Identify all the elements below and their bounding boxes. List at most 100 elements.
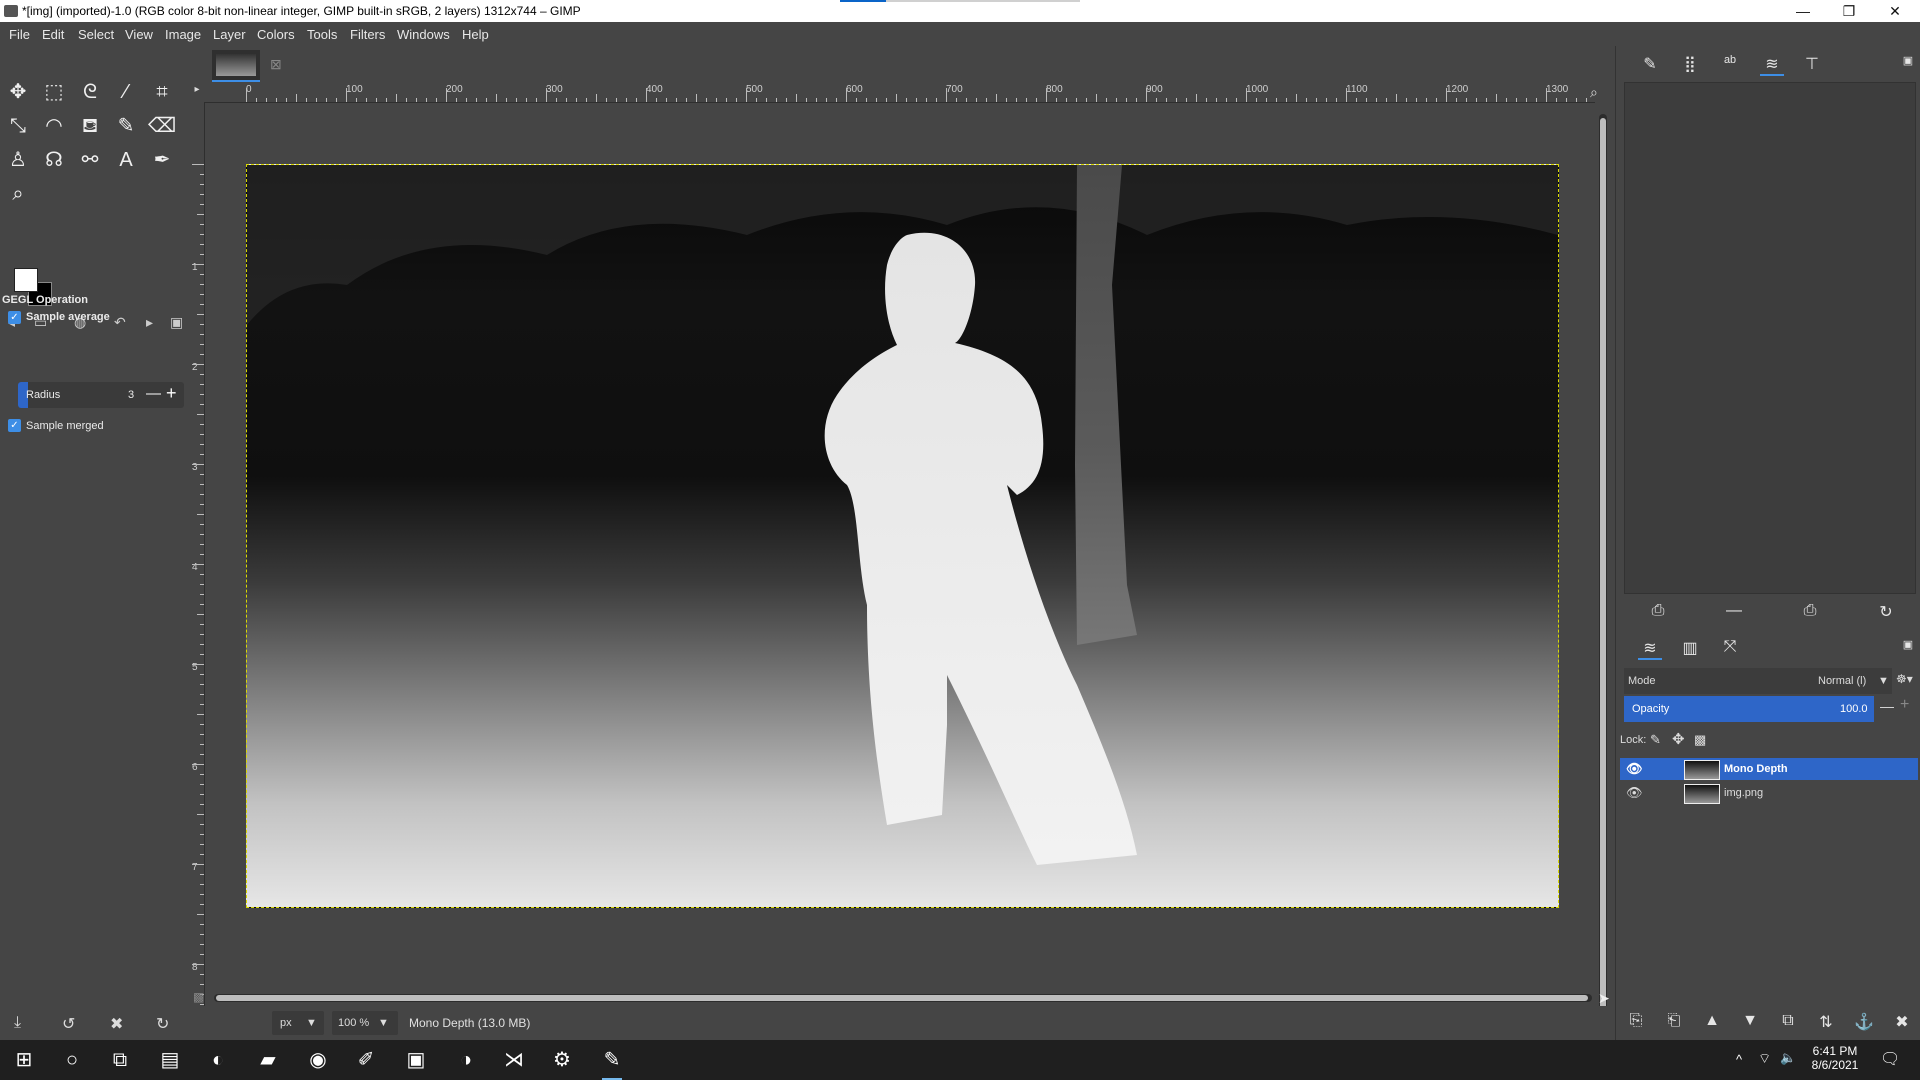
mode-select[interactable]: Mode Normal (l) ▼ (1624, 668, 1892, 694)
menu-select[interactable]: Select (78, 27, 114, 42)
tray-overflow-icon[interactable]: ^ (1736, 1052, 1742, 1067)
menu-filters[interactable]: Filters (350, 27, 385, 42)
brushes-tab-icon[interactable]: ✎ (1638, 54, 1662, 74)
options-tab-menu-icon[interactable]: ▣ (170, 314, 183, 331)
eraser-icon[interactable]: ⌫ (148, 112, 176, 140)
unit-select[interactable]: px ▼ (272, 1011, 324, 1035)
clone-icon[interactable]: ♙ (4, 146, 32, 174)
new-layer-icon[interactable]: ⎘ (1624, 1012, 1648, 1030)
zoom-select[interactable]: 100 % ▼ (332, 1011, 398, 1035)
horizontal-scrollbar[interactable] (214, 994, 1592, 1002)
edge-icon[interactable]: ◐ (202, 1046, 234, 1074)
task-view-icon[interactable]: ⧉ (104, 1046, 136, 1074)
layer-row-mono-depth[interactable]: 👁 Mono Depth (1620, 758, 1918, 780)
move-tool-icon[interactable]: ✥ (4, 78, 32, 106)
options-tab-next-icon[interactable]: ▸ (146, 314, 153, 331)
fuzzy-select-icon[interactable]: ⁄ (112, 78, 140, 106)
channels-tab-icon[interactable]: ▥ (1678, 638, 1702, 658)
warp-transform-icon[interactable]: ◠ (40, 112, 68, 140)
menu-help[interactable]: Help (462, 27, 489, 42)
edge-dev-icon[interactable]: ◑ (450, 1046, 482, 1074)
gimp-icon[interactable]: ✎ (596, 1046, 628, 1080)
menu-tools[interactable]: Tools (307, 27, 337, 42)
file-manager-icon[interactable]: ▤ (154, 1046, 186, 1074)
menu-view[interactable]: View (125, 27, 153, 42)
settings-icon[interactable]: ⚙ (546, 1046, 578, 1074)
menu-windows[interactable]: Windows (397, 27, 450, 42)
fonts-tab-icon[interactable]: ᵃᵇ (1718, 54, 1742, 72)
image-tab[interactable] (212, 50, 260, 82)
close-button[interactable]: ✕ (1872, 0, 1918, 22)
notification-icon[interactable]: 🗨 (1880, 1049, 1900, 1069)
zoom-canvas-icon[interactable]: ⌕ (1590, 84, 1598, 101)
sample-merged-checkbox[interactable]: ✓ (8, 419, 21, 432)
lower-layer-icon[interactable]: ▼ (1738, 1012, 1762, 1030)
rect-select-icon[interactable]: ⬚ (40, 78, 68, 106)
zoom-tool-icon[interactable]: ⌕ (4, 180, 32, 208)
visibility-eye-icon[interactable]: 👁 (1626, 782, 1643, 804)
print-icon[interactable]: ⎙ (1798, 602, 1822, 620)
duplicate-layer-icon[interactable]: ⧉ (1776, 1012, 1800, 1030)
radius-decrement-button[interactable]: — (146, 385, 161, 402)
navigate-icon[interactable]: ➤ (1598, 990, 1610, 1007)
layers-panel-tab-icon[interactable]: ≋ (1638, 638, 1662, 660)
lock-alpha-icon[interactable]: ▩ (1694, 732, 1706, 748)
smudge-icon[interactable]: ☊ (40, 146, 68, 174)
image-canvas[interactable] (246, 164, 1559, 908)
dock-menu-icon[interactable]: ▣ (1896, 54, 1920, 67)
lock-pixels-icon[interactable]: ✎ (1650, 732, 1661, 748)
toggle-mask-icon[interactable]: ▩ (193, 990, 204, 1004)
vertical-scrollbar[interactable] (1599, 114, 1607, 1024)
delete-layer-icon[interactable]: ✖ (1890, 1012, 1914, 1032)
layer-row-img[interactable]: 👁 img.png (1620, 782, 1918, 804)
paths-tab-icon[interactable]: ⤧ (1718, 638, 1742, 656)
start-icon[interactable]: ⊞ (8, 1046, 40, 1074)
patterns-tab-icon[interactable]: ⣿ (1678, 54, 1702, 74)
anchor-layer-icon[interactable]: ⚓ (1852, 1012, 1876, 1032)
vscode-icon[interactable]: ⋊ (498, 1046, 530, 1074)
pycharm-icon[interactable]: ▣ (400, 1046, 432, 1074)
opacity-slider[interactable]: Opacity 100.0 (1624, 696, 1874, 722)
gradients-tab-icon[interactable]: ⊤ (1800, 54, 1824, 74)
opacity-decrement-button[interactable]: — (1880, 698, 1894, 714)
radius-increment-button[interactable]: + (166, 383, 177, 404)
wifi-icon[interactable]: ⌔ (1758, 1050, 1771, 1068)
composite-mode-icon[interactable]: ☸▾ (1896, 672, 1913, 686)
taskbar-clock[interactable]: 6:41 PM 8/6/2021 (1800, 1044, 1870, 1072)
paintbrush-icon[interactable]: ✎ (112, 112, 140, 140)
save-options-icon[interactable]: ⤓ (14, 1014, 21, 1032)
explorer-icon[interactable]: ▰ (252, 1046, 284, 1074)
visibility-eye-icon[interactable]: 👁 (1626, 758, 1643, 780)
menu-image[interactable]: Image (165, 27, 201, 42)
quick-mask-corner-icon[interactable]: ▸ (190, 84, 204, 98)
restore-options-icon[interactable]: ↺ (62, 1014, 75, 1034)
crop-icon[interactable]: ⌗ (148, 78, 176, 106)
restore-button[interactable]: ❐ (1826, 0, 1872, 22)
volume-icon[interactable]: 🔈 (1780, 1050, 1796, 1066)
minimize-button[interactable]: — (1780, 0, 1826, 22)
merge-layer-icon[interactable]: ⇅ (1814, 1012, 1838, 1032)
search-icon[interactable]: ○ (56, 1046, 88, 1074)
layers-dock-menu-icon[interactable]: ▣ (1896, 638, 1920, 651)
opacity-increment-button[interactable]: + (1900, 696, 1909, 714)
free-select-icon[interactable]: ᘓ (76, 78, 104, 106)
create-icon[interactable]: ⎙ (1646, 602, 1670, 620)
layers-tab-icon[interactable]: ≋ (1760, 54, 1784, 76)
radius-spin[interactable]: Radius 3 — + (18, 382, 184, 408)
reset-options-icon[interactable]: ↻ (156, 1014, 169, 1034)
menu-layer[interactable]: Layer (213, 27, 246, 42)
foreground-color-swatch[interactable] (14, 268, 38, 292)
image-tab-close-icon[interactable]: ⊠ (270, 56, 282, 73)
paths-icon[interactable]: ⚯ (76, 146, 104, 174)
color-picker-icon[interactable]: ✒ (148, 146, 176, 174)
menu-colors[interactable]: Colors (257, 27, 295, 42)
raise-layer-icon[interactable]: ▲ (1700, 1012, 1724, 1030)
delete-options-icon[interactable]: ✖ (110, 1014, 123, 1034)
menu-edit[interactable]: Edit (42, 27, 64, 42)
lock-position-icon[interactable]: ✥ (1672, 730, 1685, 748)
menu-file[interactable]: File (9, 27, 30, 42)
text-tool-icon[interactable]: A (112, 146, 140, 174)
spotify-icon[interactable]: ◉ (302, 1046, 334, 1074)
refresh-icon[interactable]: ↻ (1874, 602, 1898, 622)
undo-history-tab-icon[interactable]: ↶ (114, 314, 126, 331)
